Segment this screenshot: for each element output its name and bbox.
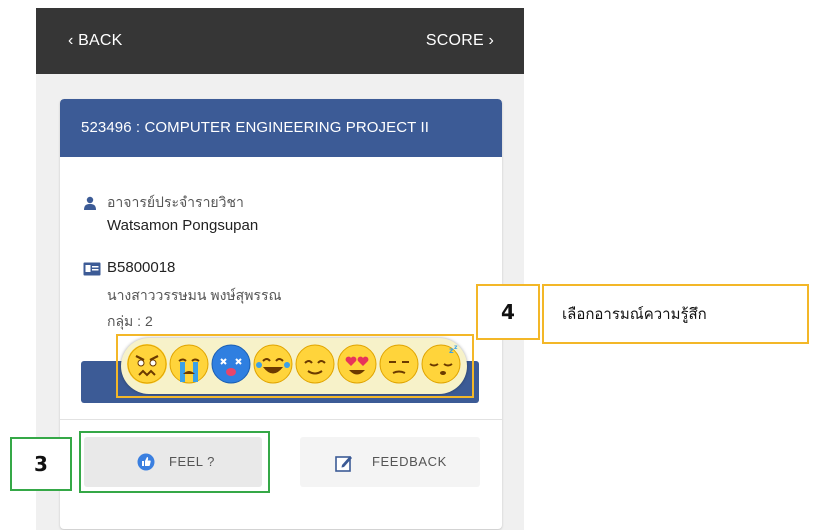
course-header: 523496 : COMPUTER ENGINEERING PROJECT II bbox=[60, 99, 502, 157]
feedback-button[interactable]: FEEDBACK bbox=[300, 437, 480, 487]
step-4-description: เลือกอารมณ์ความรู้สึก bbox=[542, 284, 809, 344]
divider bbox=[60, 419, 502, 420]
id-card-icon bbox=[83, 261, 101, 276]
user-icon bbox=[83, 195, 97, 210]
step-3-marker: 3 bbox=[10, 437, 72, 491]
instructor-label: อาจารย์ประจำรายวิชา bbox=[107, 194, 244, 210]
back-button[interactable]: ‹ BACK bbox=[68, 32, 123, 50]
student-group: กลุ่ม : 2 bbox=[107, 313, 153, 329]
student-name: นางสาววรรษมน พงษ์สุพรรณ bbox=[107, 287, 282, 303]
score-button[interactable]: SCORE › bbox=[426, 32, 494, 50]
course-title: 523496 : COMPUTER ENGINEERING PROJECT II bbox=[81, 119, 429, 136]
feel-button-highlight bbox=[79, 431, 270, 493]
student-id: B5800018 bbox=[107, 259, 176, 276]
step-4-marker: 4 bbox=[476, 284, 540, 340]
edit-icon bbox=[335, 454, 353, 472]
top-navigation-bar: ‹ BACK SCORE › bbox=[36, 8, 524, 74]
instructor-name: Watsamon Pongsupan bbox=[107, 217, 259, 234]
feedback-button-label: FEEDBACK bbox=[372, 454, 447, 469]
emotion-picker-highlight bbox=[116, 334, 474, 398]
